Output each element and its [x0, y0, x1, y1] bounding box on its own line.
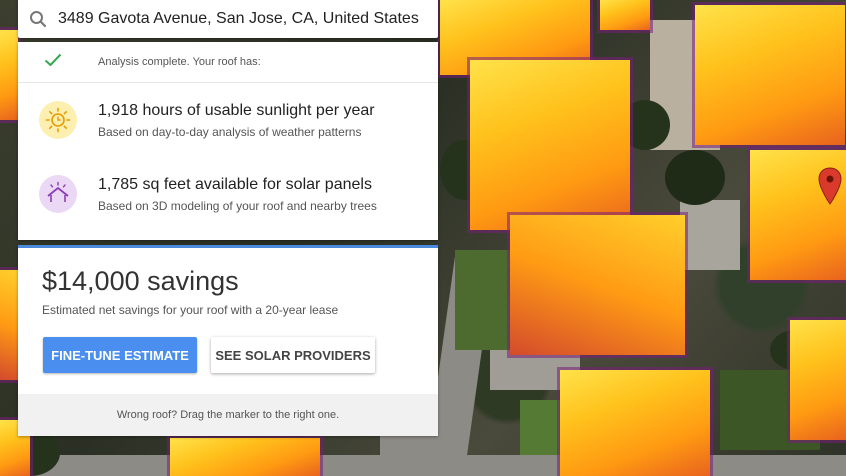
sunlight-stat: 1,918 hours of usable sunlight per year … [18, 83, 438, 157]
roof-heatmap [0, 30, 18, 120]
search-icon[interactable] [18, 10, 58, 28]
roof-heatmap [600, 0, 650, 30]
roof-heatmap [510, 215, 685, 355]
available-roof-area: 1,785 sq feet available for solar panels [98, 175, 372, 193]
house-icon [39, 175, 77, 213]
sunlight-hours: 1,918 hours of usable sunlight per year [98, 101, 375, 119]
roof-heatmap [470, 60, 630, 230]
roof-heatmap [0, 270, 18, 380]
savings-amount: $14,000 savings [42, 266, 239, 296]
fine-tune-estimate-button[interactable]: FINE-TUNE ESTIMATE [43, 337, 197, 373]
address-input[interactable] [58, 10, 428, 28]
analysis-status: Analysis complete. Your roof has: [18, 42, 438, 83]
sun-icon [39, 101, 77, 139]
roof-area-stat: 1,785 sq feet available for solar panels… [18, 157, 438, 231]
savings-description: Estimated net savings for your roof with… [42, 303, 339, 317]
roof-heatmap [790, 320, 846, 440]
roof-area-basis: Based on 3D modeling of your roof and ne… [98, 198, 377, 213]
roof-heatmap [695, 5, 845, 145]
sunlight-basis: Based on day-to-day analysis of weather … [98, 124, 362, 139]
roof-heatmap [170, 438, 320, 476]
savings-card: $14,000 savings Estimated net savings fo… [18, 245, 438, 436]
analysis-status-text: Analysis complete. Your roof has: [98, 56, 261, 68]
checkmark-icon [44, 53, 92, 72]
wrong-roof-hint: Wrong roof? Drag the marker to the right… [18, 394, 438, 436]
roof-analysis-card: Analysis complete. Your roof has: 1,918 … [18, 42, 438, 240]
map-pin-icon[interactable] [817, 167, 843, 205]
roof-heatmap [560, 370, 710, 476]
tree [665, 150, 725, 205]
driveway [680, 200, 740, 270]
road [380, 430, 460, 476]
see-solar-providers-button[interactable]: SEE SOLAR PROVIDERS [211, 337, 375, 373]
address-search-bar[interactable] [18, 0, 438, 38]
